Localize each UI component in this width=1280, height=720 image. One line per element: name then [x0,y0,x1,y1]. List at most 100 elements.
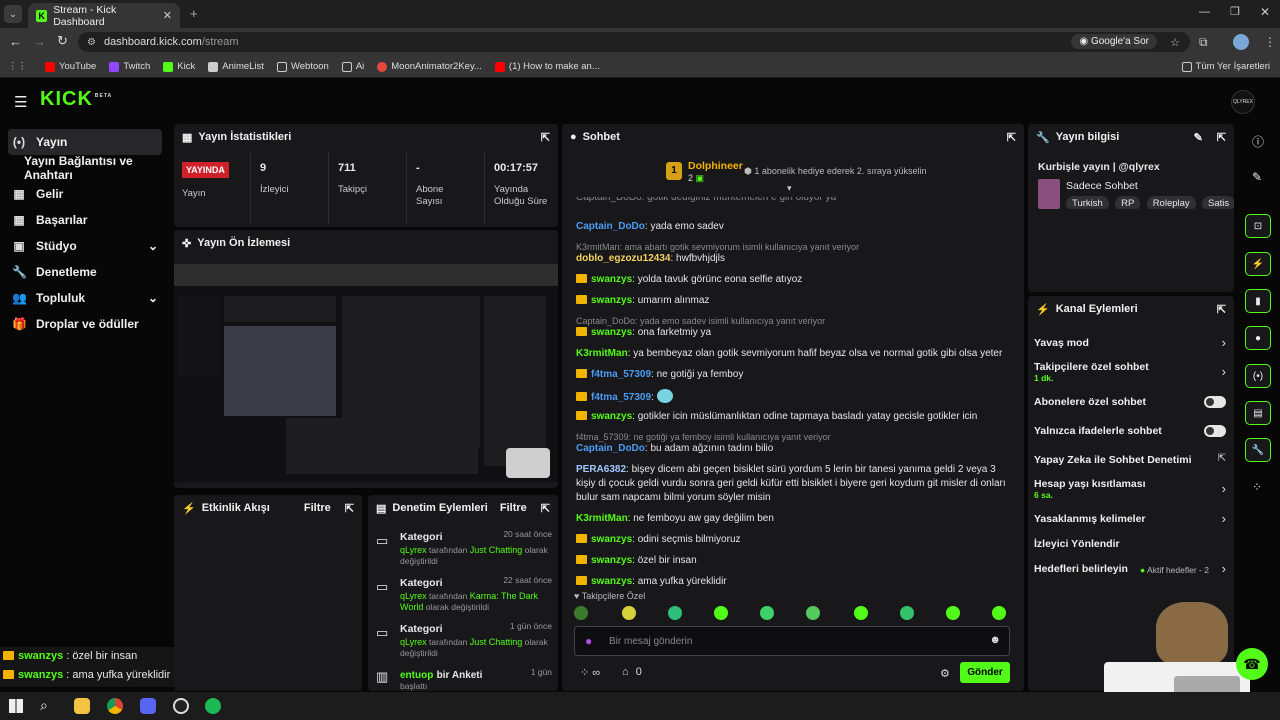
sidebar-item-stream-key[interactable]: Yayın Bağlantısı ve Anahtarı [0,154,170,182]
discord-icon[interactable] [140,698,156,714]
chat-username[interactable]: f4tma_57309 [591,392,651,403]
popout-icon[interactable]: ⇱ [541,502,550,515]
edit-icon[interactable]: ✎ [1194,131,1203,144]
chat-message[interactable]: PERA6382: bişey dicem abi geçen bisiklet… [576,463,1006,505]
points-icon[interactable]: ⁘ ∞ [580,666,600,679]
bookmark-star-icon[interactable]: ☆ [1170,36,1180,49]
chat-username[interactable]: Captain_DoDo [576,443,645,454]
account-age-row[interactable]: Hesap yaşı kısıtlaması 6 sa. [1034,478,1224,500]
close-tab-icon[interactable]: ✕ [163,9,172,22]
file-explorer-icon[interactable] [74,698,90,714]
site-info-icon[interactable]: ⚙ [87,37,96,48]
emoji-icon[interactable]: ☻ [989,634,1001,646]
filter-button[interactable]: Filtre [500,502,527,514]
sidebar-item-stream[interactable]: (•) Yayın [8,129,162,155]
kick-logo[interactable]: KICK BETA [40,88,112,111]
chat-message[interactable]: K3rmitMan: ne femboyu aw gay değilim ben [576,512,1006,526]
google-ask-button[interactable]: ◉ Google'a Sor [1071,34,1157,49]
chat-message[interactable]: swanzys: umarım alınmaz [576,294,1006,308]
emote-chat-toggle[interactable] [1204,425,1226,437]
chat-username[interactable]: swanzys [591,555,632,566]
subs-chat-toggle[interactable] [1204,396,1226,408]
close-window-icon[interactable]: ✕ [1260,5,1270,19]
ai-moderation-row[interactable]: Yapay Zeka ile Sohbet Denetimi [1034,454,1224,466]
chat-message[interactable]: Captain_DoDo: yada emo sadev [576,220,1006,234]
capture-button[interactable]: ⊡ [1245,214,1271,238]
emote-icon[interactable] [806,606,820,620]
bookmark-webtoon[interactable]: Webtoon [276,61,329,72]
bookmark-kick[interactable]: Kick [163,61,195,72]
chat-message[interactable]: swanzys: ama yufka yüreklidir [576,575,1006,589]
collapse-icon[interactable]: ▾ [787,183,792,194]
chat-username[interactable]: swanzys [591,576,632,587]
gift-sub-icon[interactable]: ⌂ 0 [622,666,642,678]
chat-username[interactable]: swanzys [591,274,632,285]
chat-button[interactable]: ● [1245,326,1271,350]
chat-input[interactable]: ● Bir mesaj gönderin ☻ [574,626,1010,656]
broadcast-button[interactable]: (•) [1245,364,1271,388]
emote-icon[interactable] [900,606,914,620]
chat-message[interactable]: f4tma_57309: [576,389,1006,405]
sidebar-item-drops[interactable]: 🎁 Droplar ve ödüller [0,311,170,337]
browser-tab[interactable]: K Stream - Kick Dashboard ✕ [28,3,180,28]
bookmark-howto[interactable]: (1) How to make an... [494,61,600,72]
chat-username[interactable]: f4tma_57309 [591,369,651,380]
chat-message[interactable]: swanzys: özel bir insan [576,554,1006,568]
avatar[interactable]: QLYREX [1231,90,1255,114]
minimize-icon[interactable]: — [1199,6,1210,18]
emote-icon[interactable] [854,606,868,620]
emote-icon[interactable] [574,606,588,620]
chat-username[interactable]: K3rmitMan [576,348,628,359]
sidebar-item-studio[interactable]: ▣ Stüdyo ⌄ [0,233,170,259]
bookmark-twitch[interactable]: Twitch [109,61,150,72]
subs-chat-row[interactable]: Abonelere özel sohbet [1034,396,1224,408]
chat-username[interactable]: swanzys [591,534,632,545]
chat-username[interactable]: swanzys [591,295,632,306]
emote-icon[interactable] [946,606,960,620]
obs-icon[interactable] [173,698,189,714]
chrome-icon[interactable] [107,698,123,714]
chat-message[interactable]: swanzys: odini seçmis bilmiyoruz [576,533,1006,547]
new-tab-icon[interactable]: + [190,6,198,21]
chat-message[interactable]: swanzys: yolda tavuk görünc eona selfie … [576,273,1006,287]
sidebar-item-achievements[interactable]: ▦ Başarılar [0,207,170,233]
spotify-icon[interactable] [205,698,221,714]
hamburger-icon[interactable]: ☰ [14,93,27,111]
emote-icon[interactable] [622,606,636,620]
chat-message[interactable]: doblo_egzozu12434: hwfbvhjdjls [576,252,1006,266]
chat-message[interactable]: swanzys: gotikler icin müslümanlıktan od… [576,410,1006,424]
sidebar-item-community[interactable]: 👥 Topluluk ⌄ [0,285,170,311]
bolt-button[interactable]: ⚡ [1245,252,1271,276]
edit-icon[interactable]: ✎ [1252,170,1262,184]
reload-icon[interactable]: ↻ [57,33,68,49]
search-icon[interactable]: ⌕ [40,697,48,714]
clips-button[interactable]: ▮ [1245,289,1271,313]
emote-icon[interactable] [668,606,682,620]
chat-username[interactable]: Captain_DoDo [576,221,645,232]
popout-icon[interactable]: ⇱ [1217,303,1226,316]
all-bookmarks[interactable]: Tüm Yer İşaretleri [1181,61,1270,72]
popout-icon[interactable]: ⇱ [1007,131,1016,144]
sidebar-item-revenue[interactable]: ▦ Gelir [0,181,170,207]
send-button[interactable]: Gönder [960,662,1010,683]
followers-chat-row[interactable]: Takipçilere özel sohbet 1 dk. [1034,361,1224,383]
chat-message[interactable]: Captain_DoDo: bu adam ağzının tadını bil… [576,442,1006,456]
extensions-icon[interactable]: ⧉ [1199,35,1208,50]
profile-avatar[interactable] [1233,34,1249,50]
windows-start-icon[interactable] [9,699,23,713]
chat-message[interactable]: f4tma_57309: ne gotiği ya femboy [576,368,1006,382]
tab-list-button[interactable]: ⌄ [4,5,22,23]
bookmark-ai[interactable]: Ai [341,61,364,72]
chat-message[interactable]: swanzys: ona farketmiy ya [576,326,1006,340]
emote-chat-row[interactable]: Yalnızca ifadelerle sohbet [1034,425,1224,437]
info-icon[interactable]: ⓘ [1252,133,1264,150]
chat-username[interactable]: swanzys [591,327,632,338]
sidebar-item-moderation[interactable]: 🔧 Denetleme [0,259,170,285]
chat-message[interactable]: K3rmitMan: ya bembeyaz olan gotik sevmiy… [576,347,1006,361]
slow-mode-row[interactable]: Yavaş mod [1034,337,1224,349]
bookmark-moonanimator[interactable]: MoonAnimator2Key... [377,61,482,72]
bookmark-youtube[interactable]: YouTube [45,61,96,72]
popout-icon[interactable]: ⇱ [1217,131,1226,144]
maximize-icon[interactable]: ❐ [1230,5,1240,18]
stream-preview-video[interactable] [174,264,558,482]
